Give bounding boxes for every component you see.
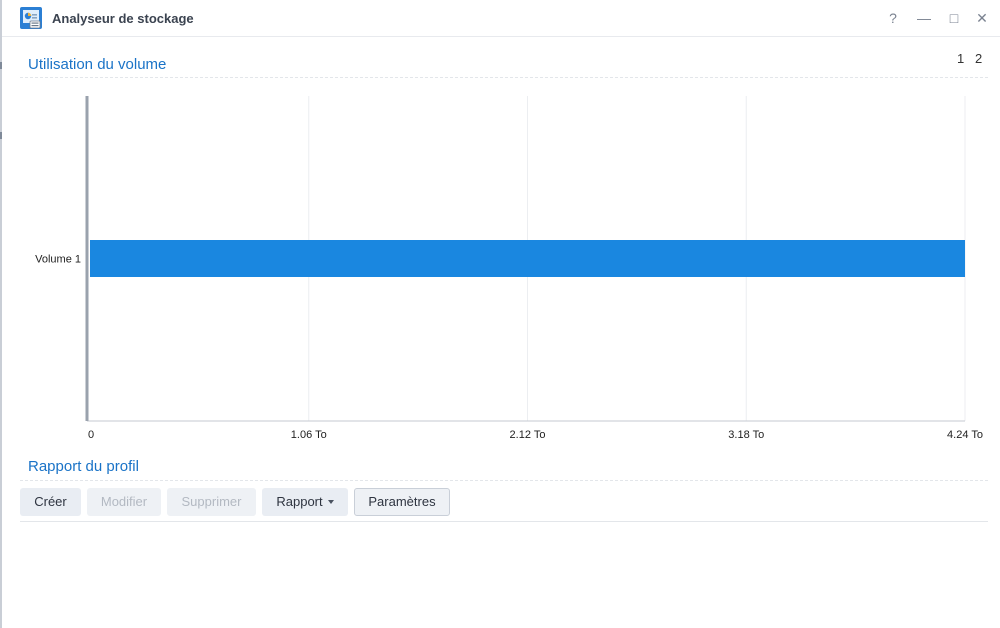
x-tick-label: 0 [88,429,94,441]
toolbar-divider [20,521,988,522]
x-tick-label: 3.18 To [728,429,764,441]
x-tick-label: 2.12 To [510,429,546,441]
minimize-button[interactable]: — [915,9,933,27]
x-tick-label: 4.24 To [947,429,983,441]
report-dropdown-button[interactable]: Rapport [262,488,348,516]
page-1-link[interactable]: 1 [957,51,964,66]
page-2-link[interactable]: 2 [975,51,982,66]
create-button[interactable]: Créer [20,488,81,516]
window-title: Analyseur de stockage [52,11,194,26]
help-button[interactable]: ? [884,9,902,27]
profile-report-title: Rapport du profil [28,458,139,475]
section-divider [20,77,988,78]
volume-bar [90,240,965,277]
left-edge-mark [0,132,2,139]
storage-analyzer-icon [20,7,42,29]
left-edge-mark [0,62,2,69]
close-button[interactable]: ✕ [973,9,991,27]
settings-button[interactable]: Paramètres [354,488,450,516]
report-label: Rapport [276,494,323,509]
caret-down-icon [327,499,334,504]
x-tick-label: 1.06 To [291,429,327,441]
maximize-button[interactable]: □ [945,9,963,27]
left-window-edge [0,0,2,628]
section-divider [20,480,988,481]
modify-button[interactable]: Modifier [87,488,161,516]
y-category-label: Volume 1 [35,254,81,266]
delete-button[interactable]: Supprimer [167,488,256,516]
volume-usage-title: Utilisation du volume [28,56,167,73]
title-bar: Analyseur de stockage ? — □ ✕ [2,0,1000,37]
